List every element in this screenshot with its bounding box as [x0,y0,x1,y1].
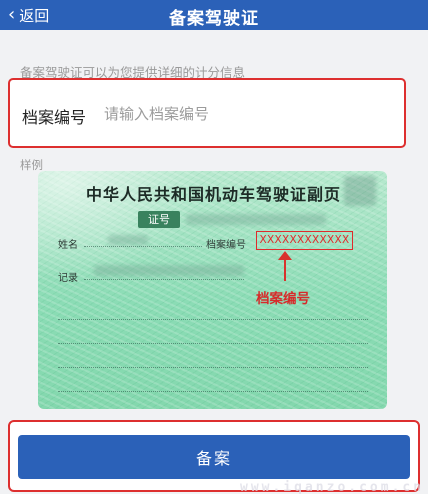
card-blurred-corner [344,176,376,206]
dotted-line [84,279,244,280]
name-label: 姓名 [58,240,78,251]
archive-number-sample-value: XXXXXXXXXXXX [256,231,353,250]
card-title: 中华人民共和国机动车驾驶证副页 [86,185,342,204]
sample-license-image: 中华人民共和国机动车驾驶证副页 证号 姓名 档案编号 XXXXXXXXXXXX … [38,171,387,409]
dotted-line [84,246,202,247]
archive-number-label: 档案编号 [22,108,87,127]
license-number-badge: 证号 [138,211,180,228]
submit-button[interactable]: 备案 [18,435,410,479]
nav-bar: ‹ 返回 备案驾驶证 [0,0,428,30]
archive-number-field-row: 档案编号 [8,78,406,148]
blurred-license-number [186,214,326,225]
arrow-line [284,259,286,281]
page-title: 备案驾驶证 [169,9,259,29]
blurred-record [94,265,244,276]
dotted-line [58,319,368,320]
watermark: www.iqanzo.com.cn [240,480,425,494]
dotted-line [58,367,368,368]
archive-number-input[interactable] [104,101,394,127]
archive-number-annotation: 档案编号 [256,291,310,307]
blurred-name [108,235,148,245]
dotted-line [58,343,368,344]
record-label: 记录 [58,273,78,284]
sample-label: 样例 [20,158,43,172]
archive-number-sample-label: 档案编号 [206,240,246,251]
dotted-line [58,391,368,392]
